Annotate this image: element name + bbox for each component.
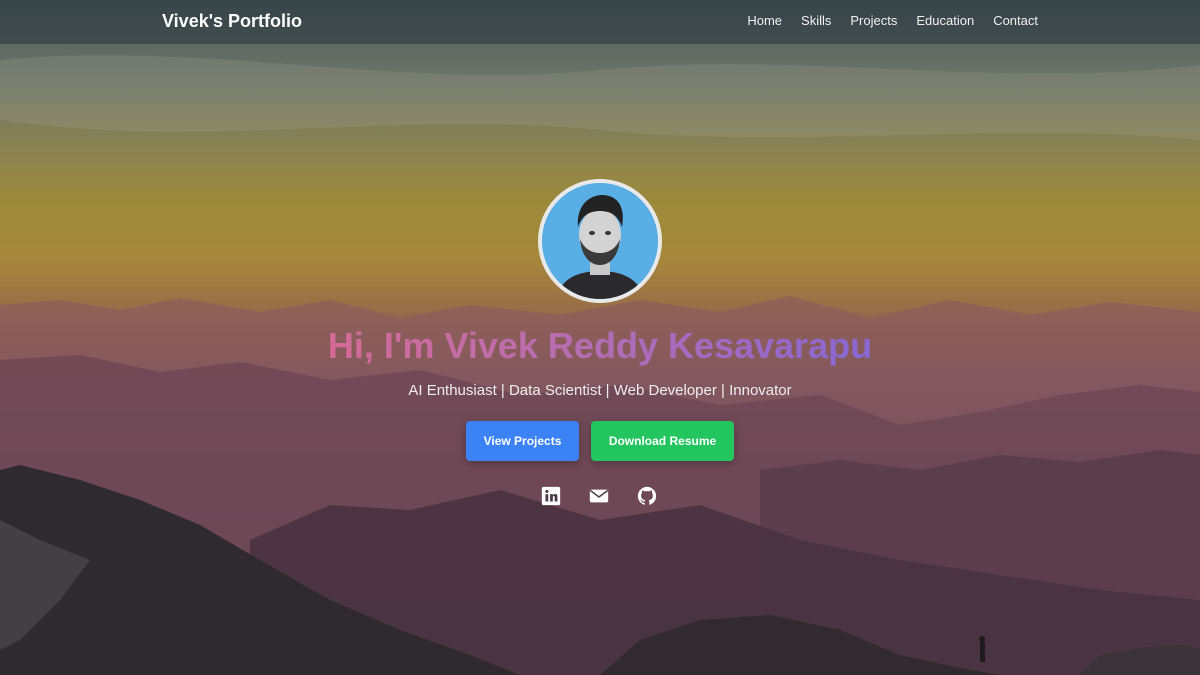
nav-link-contact[interactable]: Contact [993, 13, 1038, 28]
hero-tagline: AI Enthusiast | Data Scientist | Web Dev… [408, 382, 792, 399]
hero-headline-text: Hi, I'm Vivek Reddy Kesavarapu [327, 325, 873, 366]
profile-avatar [538, 179, 662, 303]
download-resume-button[interactable]: Download Resume [591, 421, 734, 461]
social-links [540, 485, 658, 507]
nav-links: Home Skills Projects Education Contact [747, 13, 1038, 28]
navbar: Vivek's Portfolio Home Skills Projects E… [0, 0, 1200, 44]
view-projects-button[interactable]: View Projects [466, 421, 579, 461]
hero-headline: Hi, I'm Vivek Reddy Kesavarapu [0, 325, 1200, 367]
brand-logo[interactable]: Vivek's Portfolio [162, 11, 302, 32]
email-icon[interactable] [588, 485, 610, 507]
linkedin-icon[interactable] [540, 485, 562, 507]
nav-link-projects[interactable]: Projects [850, 13, 897, 28]
nav-link-home[interactable]: Home [747, 13, 782, 28]
nav-link-education[interactable]: Education [916, 13, 974, 28]
nav-link-skills[interactable]: Skills [801, 13, 831, 28]
profile-photo [542, 183, 658, 299]
github-icon[interactable] [636, 485, 658, 507]
